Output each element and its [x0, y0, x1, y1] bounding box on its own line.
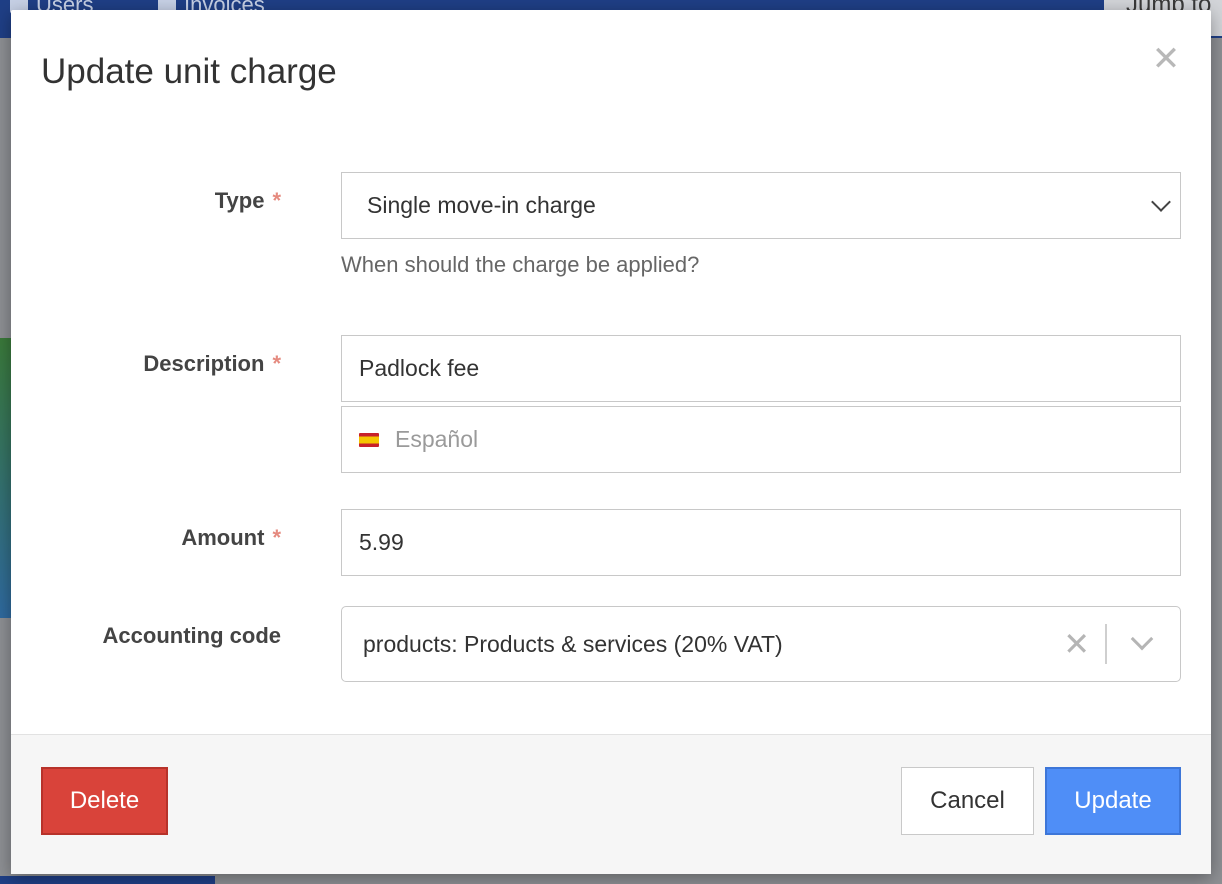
required-marker: *	[272, 525, 281, 550]
background-bottombar	[0, 876, 215, 884]
description-spanish-input[interactable]: Español	[341, 406, 1181, 473]
chevron-down-icon[interactable]	[1130, 627, 1154, 651]
delete-button[interactable]: Delete	[41, 767, 168, 835]
close-icon[interactable]: ✕	[1151, 42, 1181, 76]
type-select[interactable]: Single move-in charge	[341, 172, 1181, 239]
chevron-down-icon	[1151, 191, 1171, 212]
required-marker: *	[272, 351, 281, 376]
modal-footer: Delete Cancel Update	[11, 734, 1211, 874]
cancel-button[interactable]: Cancel	[901, 767, 1034, 835]
accounting-code-value: products: Products & services (20% VAT)	[363, 630, 783, 657]
type-help-text: When should the charge be applied?	[341, 252, 700, 277]
update-button[interactable]: Update	[1045, 767, 1181, 835]
type-select-value: Single move-in charge	[367, 192, 596, 218]
description-value: Padlock fee	[359, 355, 480, 381]
amount-value: 5.99	[359, 529, 404, 555]
description-label: Description *	[143, 351, 281, 376]
description-input[interactable]: Padlock fee	[341, 335, 1181, 402]
accounting-code-select[interactable]: products: Products & services (20% VAT) …	[341, 606, 1181, 682]
amount-label: Amount *	[181, 525, 281, 550]
accounting-code-label: Accounting code	[102, 623, 281, 648]
modal-title: Update unit charge	[41, 52, 337, 91]
update-unit-charge-modal: Update unit charge ✕ Type * Single move-i…	[11, 10, 1211, 874]
type-label: Type *	[214, 188, 281, 213]
amount-input[interactable]: 5.99	[341, 509, 1181, 576]
spain-flag-icon	[359, 432, 379, 447]
clear-icon[interactable]: ✕	[1063, 627, 1090, 661]
description-spanish-placeholder: Español	[395, 426, 479, 452]
required-marker: *	[272, 188, 281, 213]
select-separator	[1105, 624, 1107, 664]
